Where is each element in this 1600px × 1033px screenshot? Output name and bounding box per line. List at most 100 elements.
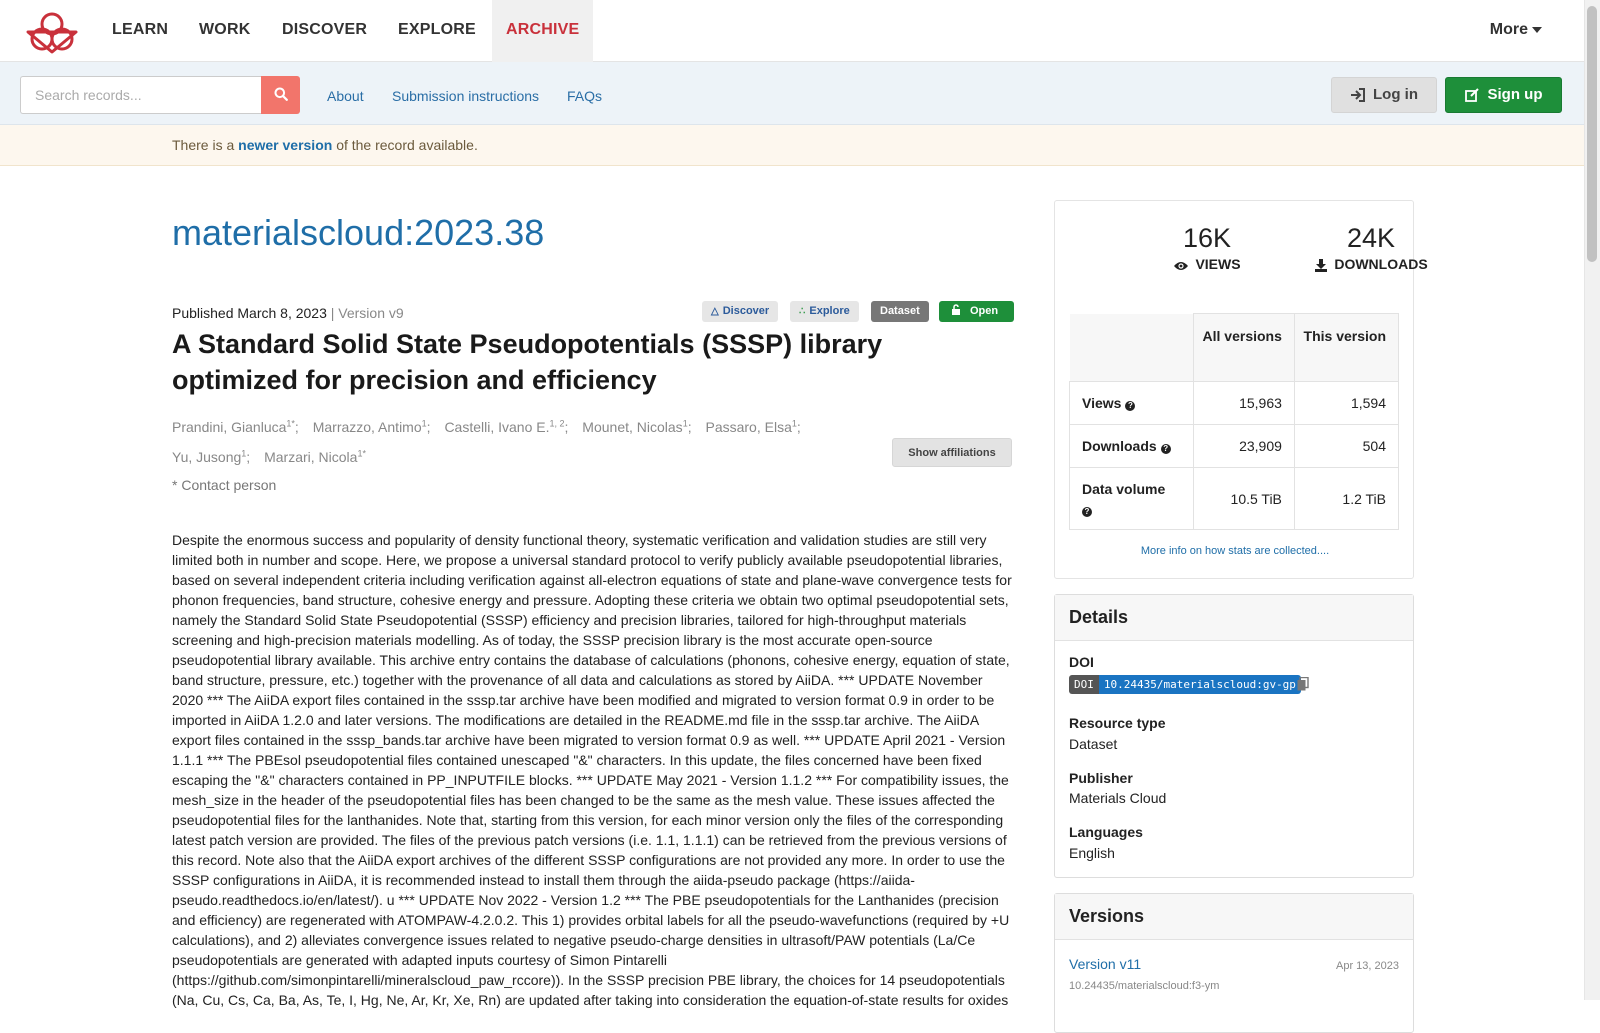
publisher-label: Publisher <box>1069 770 1133 786</box>
stats-more-info-link[interactable]: More info on how stats are collected.... <box>1055 545 1415 557</box>
downloads-label: DOWNLOADS <box>1334 256 1428 272</box>
discover-badge[interactable]: △ Discover <box>702 301 779 322</box>
scrollbar-thumb[interactable] <box>1587 6 1597 262</box>
author-name: Prandini, Gianluca <box>172 418 287 435</box>
page-scrollbar[interactable] <box>1584 0 1600 1000</box>
table-row: Downloads? 23,909 504 <box>1069 424 1400 468</box>
resource-type-label: Resource type <box>1069 715 1166 731</box>
author[interactable]: Marzari, Nicola1* <box>264 448 366 466</box>
doi-badge[interactable]: DOI 10.24435/materialscloud:gv-gp <box>1069 675 1301 694</box>
more-menu[interactable]: More <box>1490 0 1542 62</box>
newer-version-link[interactable]: newer version <box>238 137 332 153</box>
versions-panel: Versions Version v11 Apr 13, 2023 10.244… <box>1054 893 1414 1033</box>
author-name: Marzari, Nicola <box>264 449 358 466</box>
nav-archive[interactable]: ARCHIVE <box>492 0 594 62</box>
doi-value: 10.24435/materialscloud:gv-gp <box>1098 675 1301 694</box>
secondary-bar: About Submission instructions FAQs Log i… <box>0 62 1584 125</box>
nav-learn[interactable]: LEARN <box>112 0 168 62</box>
nav-explore[interactable]: EXPLORE <box>398 0 476 62</box>
table-row: Views? 15,963 1,594 <box>1069 381 1400 425</box>
newer-version-notice: There is a newer version of the record a… <box>0 125 1584 166</box>
nav-work[interactable]: WORK <box>199 0 250 62</box>
signup-label: Sign up <box>1487 86 1543 103</box>
table-corner <box>1069 313 1194 382</box>
author-name: Yu, Jusong <box>172 449 242 466</box>
author[interactable]: Passaro, Elsa1; <box>705 418 800 435</box>
login-button[interactable]: Log in <box>1331 77 1437 113</box>
row-label-text: Downloads <box>1082 438 1157 454</box>
row-label-text: Views <box>1082 395 1122 411</box>
views-summary: 16K VIEWS <box>1137 223 1277 272</box>
languages-value: English <box>1069 845 1115 861</box>
help-icon[interactable]: ? <box>1160 444 1171 454</box>
nav-discover[interactable]: DISCOVER <box>282 0 367 62</box>
published-date: Published March 8, 2023 <box>172 305 327 321</box>
publisher-value: Materials Cloud <box>1069 790 1167 806</box>
signup-button[interactable]: Sign up <box>1445 77 1562 113</box>
search-button[interactable] <box>261 76 300 114</box>
dataset-badge: Dataset <box>871 301 929 322</box>
downloads-count: 24K <box>1346 223 1396 253</box>
author-name: Marrazzo, Antimo <box>312 418 422 435</box>
search-icon <box>274 87 288 101</box>
views-label: VIEWS <box>1195 256 1241 272</box>
about-link[interactable]: About <box>327 88 364 104</box>
author[interactable]: Mounet, Nicolas1; <box>582 418 691 435</box>
explore-label: Explore <box>809 305 850 317</box>
languages-label: Languages <box>1069 824 1143 840</box>
explore-badge[interactable]: ∴ Explore <box>790 301 859 322</box>
resource-type-value: Dataset <box>1069 736 1118 752</box>
author-list: Prandini, Gianluca1*; Marrazzo, Antimo1;… <box>172 410 872 471</box>
author[interactable]: Marrazzo, Antimo1; <box>312 418 431 435</box>
row-label-views: Views? <box>1069 381 1194 425</box>
author-affiliation: 1 <box>791 418 797 428</box>
caret-down-icon <box>1532 26 1542 33</box>
published-line: Published March 8, 2023 | Version v9 <box>172 305 404 321</box>
more-label: More <box>1489 21 1528 38</box>
col-all-versions: All versions <box>1193 313 1295 382</box>
materials-cloud-logo-icon[interactable] <box>24 10 80 54</box>
contact-person-note: * Contact person <box>172 477 277 493</box>
author-affiliation: 1* <box>357 448 366 459</box>
faqs-link[interactable]: FAQs <box>567 88 602 104</box>
downloads-this-version: 504 <box>1293 424 1400 468</box>
author[interactable]: Castelli, Ivano E.1, 2; <box>444 418 568 435</box>
views-this-version: 1,594 <box>1293 381 1400 425</box>
open-label: Open <box>970 305 999 317</box>
show-affiliations-button[interactable]: Show affiliations <box>892 438 1012 467</box>
details-heading: Details <box>1055 595 1413 641</box>
author-name: Mounet, Nicolas <box>582 418 683 435</box>
row-label-downloads: Downloads? <box>1069 424 1194 468</box>
author-affiliation: 1, 2 <box>549 418 565 428</box>
copy-icon[interactable] <box>1297 677 1309 691</box>
top-navigation: LEARN WORK DISCOVER EXPLORE ARCHIVE More <box>0 0 1584 62</box>
version-date: Apr 13, 2023 <box>1336 960 1399 972</box>
col-this-version: This version <box>1293 313 1400 382</box>
author-affiliation: 1 <box>682 418 688 428</box>
downloads-summary: 24K DOWNLOADS <box>1301 223 1441 272</box>
help-icon[interactable]: ? <box>1082 506 1092 517</box>
data-volume-this-version: 1.2 TiB <box>1293 467 1400 530</box>
versions-heading: Versions <box>1055 894 1413 940</box>
sign-in-icon <box>1351 88 1365 102</box>
submission-instructions-link[interactable]: Submission instructions <box>392 88 539 104</box>
record-title: A Standard Solid State Pseudopotentials … <box>172 329 883 395</box>
version-doi: 10.24435/materialscloud:f3-ym <box>1069 980 1220 992</box>
download-icon <box>1315 259 1328 272</box>
author[interactable]: Prandini, Gianluca1*; <box>172 418 299 435</box>
downloads-all-versions: 23,909 <box>1193 424 1295 468</box>
help-icon[interactable]: ? <box>1125 401 1136 411</box>
unlock-icon <box>952 304 960 315</box>
notice-prefix: There is a <box>172 137 235 153</box>
stats-card: 16K VIEWS 24K DOWNLOADS All versions Thi… <box>1054 200 1428 579</box>
record-id: materialscloud:2023.38 <box>172 212 545 253</box>
notice-suffix: of the record available. <box>336 137 478 153</box>
search-input[interactable] <box>20 76 262 114</box>
doi-label: DOI <box>1069 654 1094 670</box>
open-access-badge: Open <box>939 301 1015 322</box>
author[interactable]: Yu, Jusong1; <box>172 448 250 466</box>
version-link[interactable]: Version v11 <box>1069 956 1141 972</box>
author-affiliation: 1 <box>241 448 247 459</box>
discover-icon: △ <box>711 306 719 317</box>
views-all-versions: 15,963 <box>1193 381 1295 425</box>
